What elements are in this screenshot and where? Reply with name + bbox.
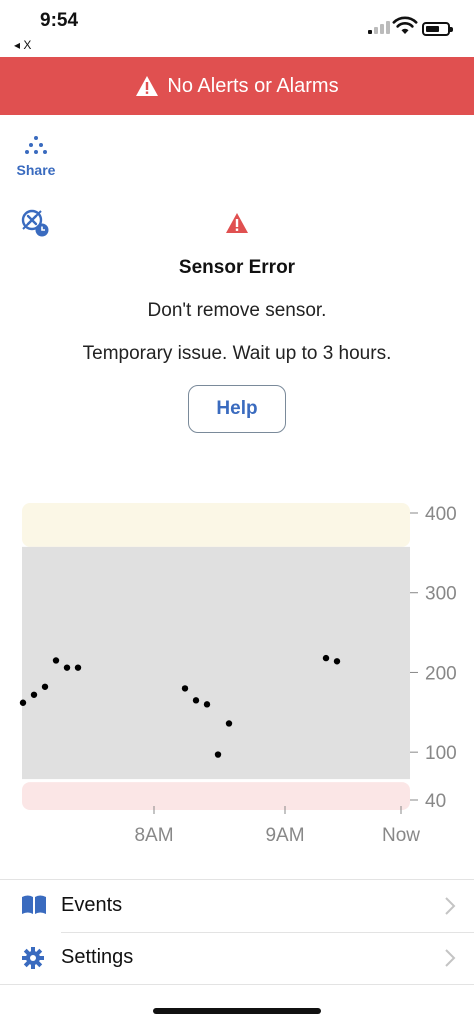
status-bar: 9:54 ◂ X: [0, 0, 474, 57]
glucose-reading-point: [19, 699, 27, 706]
chevron-right-icon: [445, 949, 456, 967]
x-tick-label: 9AM: [265, 825, 304, 846]
glucose-reading-point: [63, 664, 71, 671]
sensor-error-instruction: Don't remove sensor.: [147, 300, 327, 321]
menu-divider: [0, 984, 474, 985]
glucose-reading-point: [30, 691, 38, 698]
battery-icon: [422, 22, 453, 36]
glucose-reading-point: [181, 685, 189, 692]
glucose-reading-point: [192, 697, 200, 704]
warning-triangle-icon: [136, 76, 159, 96]
share-dots-icon: [25, 136, 47, 154]
glucose-reading-point: [322, 654, 330, 662]
status-time: 9:54: [40, 10, 79, 31]
y-tick-label: 100: [425, 743, 457, 764]
sensor-issue-icon[interactable]: [20, 208, 50, 238]
glucose-reading-point: [225, 720, 233, 727]
y-tick-label: 200: [425, 663, 457, 684]
low-range-zone: [22, 782, 410, 810]
glucose-reading-point: [74, 664, 82, 671]
menu-item-events[interactable]: Events: [0, 880, 474, 932]
back-to-app-link[interactable]: ◂ X: [14, 38, 31, 52]
menu-item-label: Events: [61, 894, 123, 916]
glucose-chart[interactable]: 400 300 200 100 40 8AM 9AM Now: [0, 495, 474, 855]
x-tick-label: Now: [382, 825, 420, 846]
y-tick-label: 40: [425, 791, 446, 812]
sensor-error-warning-icon: [226, 213, 248, 233]
sensor-error-title: Sensor Error: [178, 257, 296, 278]
share-label: Share: [16, 162, 56, 178]
glucose-reading-point: [214, 751, 222, 758]
menu-item-settings[interactable]: Settings: [0, 932, 474, 984]
glucose-reading-point: [41, 683, 49, 690]
gear-icon: [22, 947, 44, 969]
wifi-icon: [392, 16, 418, 34]
chevron-right-icon: [445, 897, 456, 915]
alert-banner[interactable]: No Alerts or Alarms: [0, 57, 474, 115]
high-range-zone: [22, 503, 410, 547]
sensor-error-detail: Temporary issue. Wait up to 3 hours.: [82, 343, 392, 364]
y-tick-label: 300: [425, 584, 457, 605]
home-indicator: [153, 1008, 321, 1014]
menu-item-label: Settings: [61, 946, 134, 968]
cellular-signal-icon: [368, 20, 390, 34]
x-tick-label: 8AM: [134, 825, 173, 846]
share-button[interactable]: Share: [12, 135, 60, 178]
book-icon: [22, 895, 46, 914]
glucose-reading-point: [333, 658, 341, 665]
target-range-zone: [22, 546, 410, 780]
y-tick-label: 400: [425, 504, 457, 525]
glucose-reading-point: [203, 701, 211, 708]
glucose-reading-point: [52, 657, 60, 664]
alert-banner-text: No Alerts or Alarms: [167, 74, 339, 97]
help-button[interactable]: Help: [188, 385, 286, 433]
